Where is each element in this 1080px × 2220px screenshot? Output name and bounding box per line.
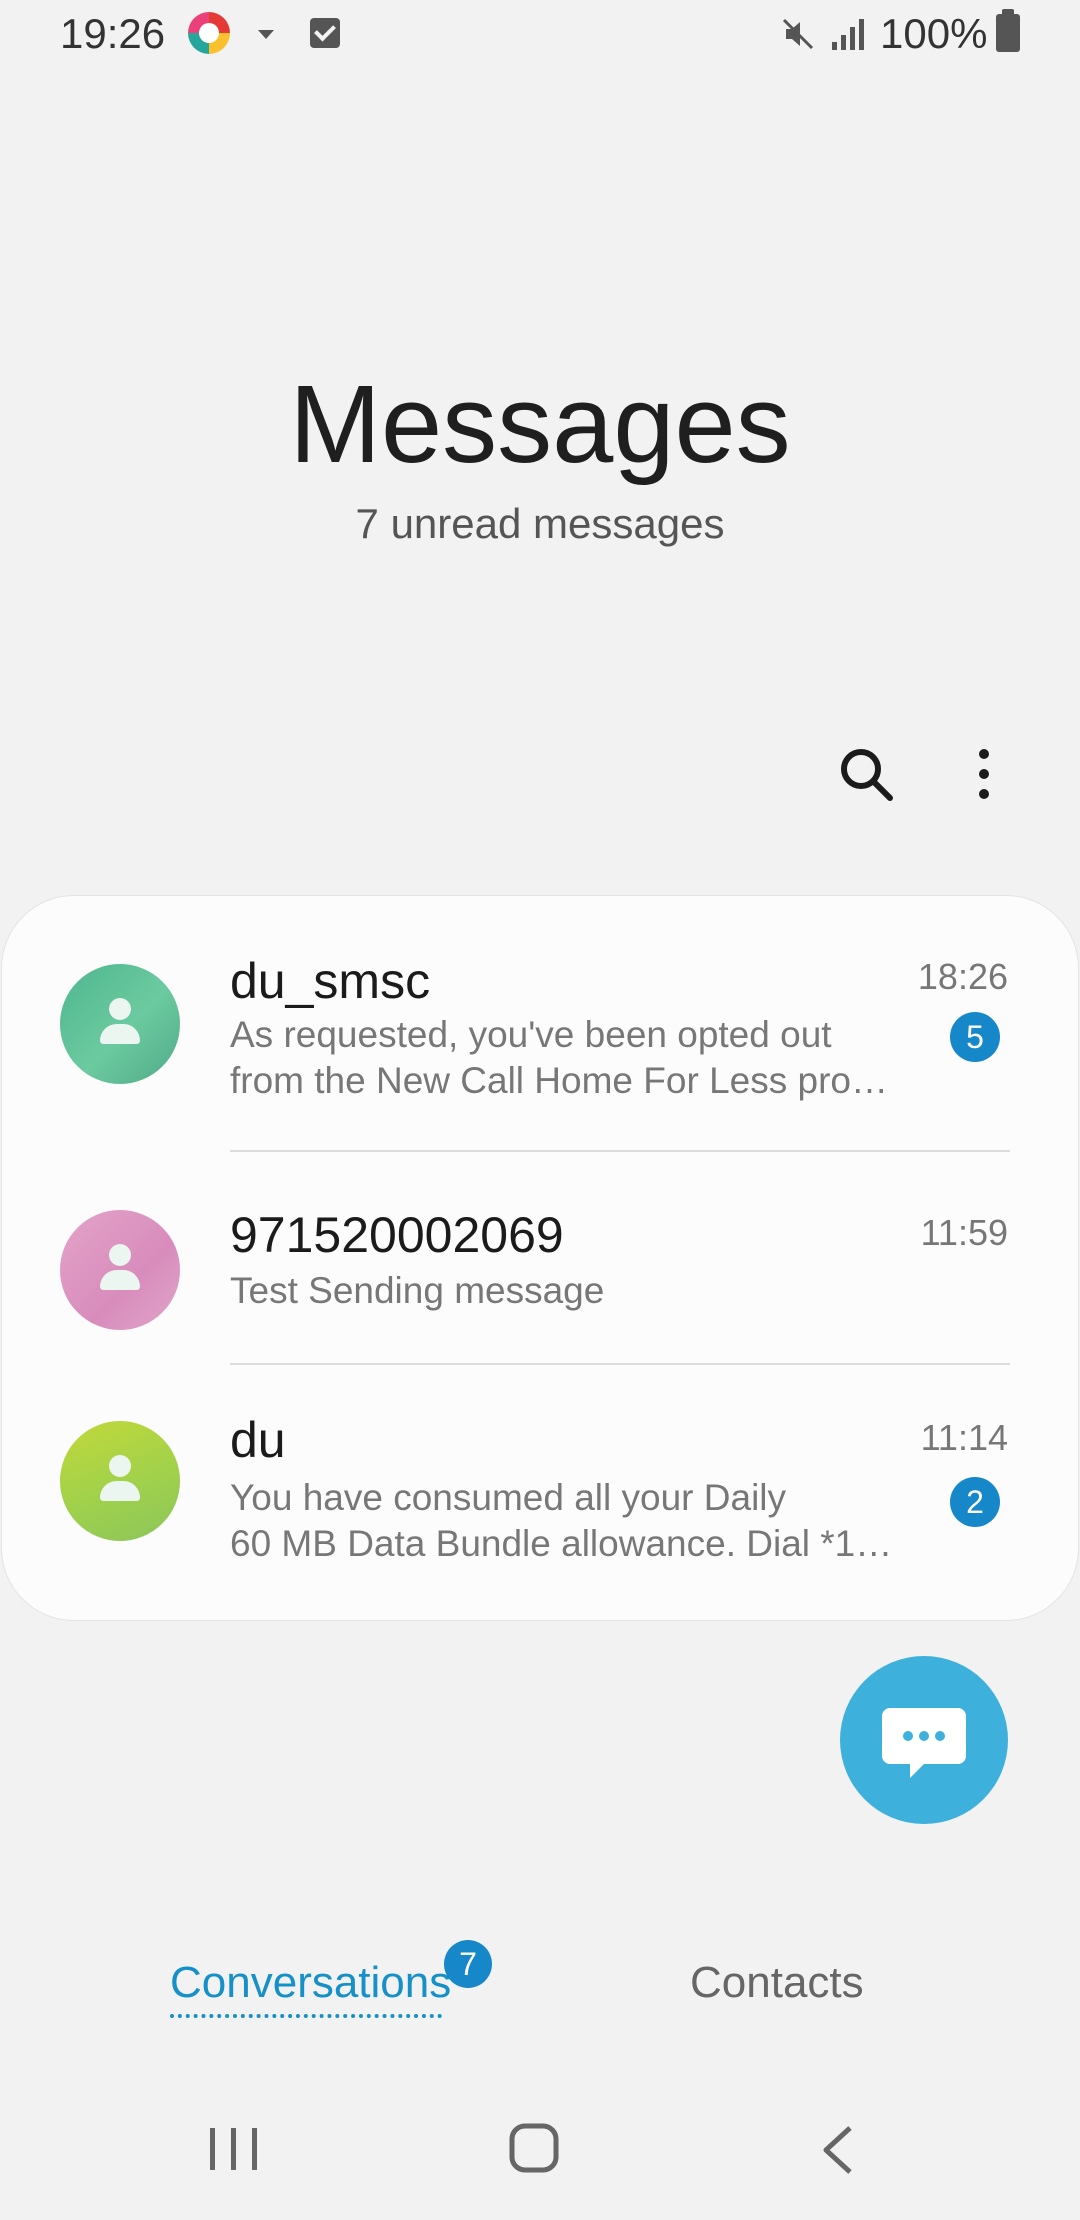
conversation-time: 11:14 [920,1417,1008,1458]
contact-person-icon [100,998,140,1050]
conversation-time: 18:26 [917,956,1008,997]
dropdown-arrow-icon [258,30,274,39]
snippet-line-1: Test Sending message [230,1270,605,1311]
unread-summary: 7 unread messages [355,500,725,547]
avatar [60,1421,180,1541]
tab-unread-badge: 7 [444,1940,492,1988]
conversation-list: du_smsc 18:26 As requested, you've been … [2,896,1078,1620]
conversation-name: 971520002069 [230,1207,564,1263]
more-options-icon[interactable] [960,742,1008,806]
status-bar: 19:26 100% [0,0,1080,72]
conversation-snippet: Test Sending message [230,1268,910,1314]
unread-badge: 5 [950,1012,1000,1062]
tab-contacts[interactable]: Contacts [690,1958,864,2008]
tab-active-indicator [170,2014,442,2018]
conversation-item-971520002069[interactable]: 971520002069 11:59 Test Sending message [2,1152,1078,1364]
snippet-line-2: from the New Call Home For Less pro… [230,1060,888,1101]
conversation-item-du-smsc[interactable]: du_smsc 18:26 As requested, you've been … [2,896,1078,1154]
conversation-snippet: You have consumed all your Daily 60 MB D… [230,1475,910,1567]
avatar [60,964,180,1084]
contact-person-icon [100,1244,140,1296]
snippet-line-2: 60 MB Data Bundle allowance. Dial *1… [230,1523,893,1564]
checkbox-notification-icon [310,18,340,48]
conversation-time: 11:59 [920,1212,1008,1253]
back-icon[interactable] [818,2124,858,2176]
page-title: Messages [289,363,791,486]
contact-person-icon [100,1455,140,1507]
tab-conversations[interactable]: Conversations [170,1958,451,2008]
avatar [60,1210,180,1330]
snippet-line-1: You have consumed all your Daily [230,1477,787,1518]
snippet-line-1: As requested, you've been opted out [230,1014,832,1055]
conversation-snippet: As requested, you've been opted out from… [230,1012,910,1104]
search-icon[interactable] [834,742,898,806]
conversation-item-du[interactable]: du 11:14 You have consumed all your Dail… [2,1365,1078,1620]
battery-icon [996,9,1020,52]
unread-badge: 2 [950,1477,1000,1527]
conversation-name: du [230,1412,286,1468]
home-icon[interactable] [508,2122,560,2174]
conversation-name: du_smsc [230,953,431,1009]
mute-icon [782,18,814,50]
app-notification-icon [188,12,230,54]
compose-button[interactable] [840,1656,1008,1824]
recent-apps-icon[interactable] [206,2126,262,2172]
compose-message-icon [882,1708,966,1778]
battery-percentage: 100% [880,10,988,57]
signal-icon [832,19,864,50]
status-time: 19:26 [60,10,166,57]
